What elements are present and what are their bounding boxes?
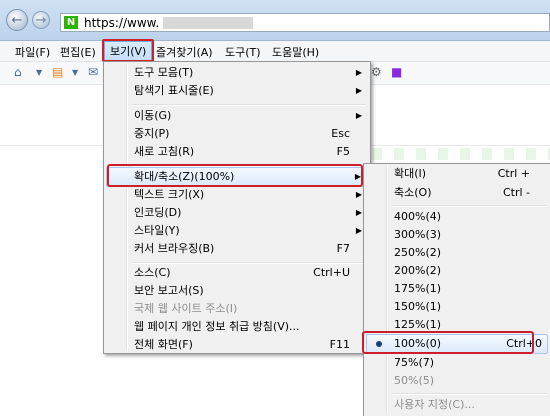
view-menu-item-security-report[interactable]: 보안 보고서(S) xyxy=(106,282,368,300)
menu-favorites[interactable]: 즐겨찾기(A) xyxy=(156,44,213,60)
zoom-75-item[interactable]: 75%(7) xyxy=(366,354,548,372)
view-menu-item-full-screen[interactable]: 전체 화면(F) F11 xyxy=(106,336,368,354)
page-banner-strip xyxy=(372,148,550,160)
forward-button[interactable]: → xyxy=(32,11,50,29)
submenu-arrow-icon: ▶ xyxy=(355,111,362,120)
back-button[interactable]: ← xyxy=(6,9,28,31)
menu-edit[interactable]: 편집(E) xyxy=(60,44,96,60)
menu-separator xyxy=(132,104,366,106)
zoom-400-item[interactable]: 400%(4) xyxy=(366,208,548,226)
gear-icon[interactable]: ⚙ xyxy=(371,65,382,79)
view-menu-item-encoding[interactable]: 인코딩(D) ▶ xyxy=(106,204,368,222)
submenu-arrow-icon: ▶ xyxy=(355,86,362,95)
toolbar-extension-icon[interactable]: ■ xyxy=(391,65,402,79)
zoom-50-item: 50%(5) xyxy=(394,374,435,387)
zoom-250-item[interactable]: 250%(2) xyxy=(366,244,548,262)
zoom-submenu: 확대(I) Ctrl + 축소(O) Ctrl - 400%(4) 300%(3… xyxy=(363,163,550,416)
mail-icon[interactable]: ✉ xyxy=(88,65,98,79)
view-menu-item-stop[interactable]: 중지(P) Esc xyxy=(106,125,368,143)
view-menu-item-refresh[interactable]: 새로 고침(R) F5 xyxy=(106,143,368,161)
menu-separator xyxy=(392,393,546,395)
menu-separator xyxy=(392,205,546,207)
view-menu-item-go-to[interactable]: 이동(G) ▶ xyxy=(106,107,368,125)
view-menu-item-zoom[interactable]: 확대/축소(Z)(100%) ▶ xyxy=(106,167,368,187)
url-text[interactable]: https://www. xyxy=(84,16,159,30)
view-menu-item-toolbars[interactable]: 도구 모음(T) ▶ xyxy=(106,64,368,82)
submenu-arrow-icon: ▶ xyxy=(355,226,362,235)
zoom-175-item[interactable]: 175%(1) xyxy=(366,280,548,298)
naver-favicon-icon: N xyxy=(64,16,78,29)
menu-view[interactable]: 보기(V) xyxy=(101,39,155,62)
view-menu: 도구 모음(T) ▶ 탐색기 표시줄(E) ▶ 이동(G) ▶ 중지(P) Es… xyxy=(103,61,371,354)
view-menu-item-style[interactable]: 스타일(Y) ▶ xyxy=(106,222,368,240)
address-bar[interactable]: N https://www. xyxy=(60,13,550,32)
view-menu-item-explorer-bars[interactable]: 탐색기 표시줄(E) ▶ xyxy=(106,82,368,100)
zoom-in-item[interactable]: 확대(I) Ctrl + xyxy=(366,165,548,183)
arrow-right-icon: → xyxy=(35,12,47,28)
menu-file[interactable]: 파일(F) xyxy=(15,44,50,60)
rss-feed-icon[interactable]: ▤ xyxy=(52,65,63,79)
menu-tools[interactable]: 도구(T) xyxy=(225,44,261,60)
home-icon[interactable]: ⌂ xyxy=(14,65,22,79)
view-menu-item-source[interactable]: 소스(C) Ctrl+U xyxy=(106,264,368,282)
menu-bar: 파일(F) 편집(E) 보기(V) 즐겨찾기(A) 도구(T) 도움말(H) xyxy=(0,39,550,62)
view-menu-item-caret-browsing[interactable]: 커서 브라우징(B) F7 xyxy=(106,240,368,258)
zoom-out-item[interactable]: 축소(O) Ctrl - xyxy=(366,184,548,202)
zoom-100-item[interactable]: 100%(0) Ctrl+0 xyxy=(366,334,548,354)
menu-help[interactable]: 도움말(H) xyxy=(272,44,319,60)
view-menu-item-text-size[interactable]: 텍스트 크기(X) ▶ xyxy=(106,186,368,204)
zoom-125-item[interactable]: 125%(1) xyxy=(366,316,548,334)
chevron-down-icon[interactable]: ▼ xyxy=(72,68,78,77)
arrow-left-icon: ← xyxy=(11,12,23,28)
zoom-200-item[interactable]: 200%(2) xyxy=(366,262,548,280)
zoom-150-item[interactable]: 150%(1) xyxy=(366,298,548,316)
submenu-arrow-icon: ▶ xyxy=(355,208,362,217)
submenu-arrow-icon: ▶ xyxy=(355,190,362,199)
chevron-down-icon[interactable]: ▼ xyxy=(36,68,42,77)
view-menu-item-intl-address: 국제 웹 사이트 주소(I) xyxy=(134,302,238,315)
submenu-arrow-icon: ▶ xyxy=(354,172,361,181)
selected-radio-bullet-icon xyxy=(376,341,382,347)
browser-title-bar: ← → N https://www. xyxy=(0,0,550,41)
view-menu-item-privacy-policy[interactable]: 웹 페이지 개인 정보 취급 방침(V)... xyxy=(106,318,368,336)
url-redacted-area xyxy=(163,17,253,29)
zoom-300-item[interactable]: 300%(3) xyxy=(366,226,548,244)
submenu-arrow-icon: ▶ xyxy=(355,68,362,77)
zoom-custom-item: 사용자 지정(C)... xyxy=(394,398,475,411)
